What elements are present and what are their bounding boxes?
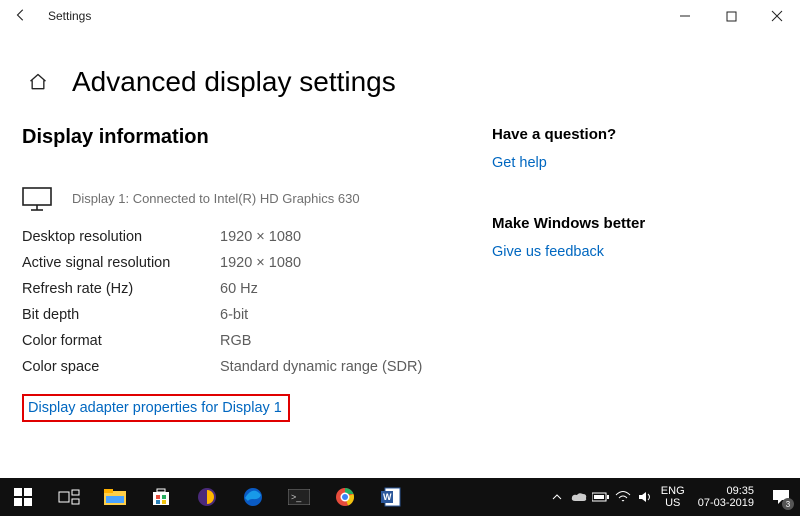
lang-secondary: US [656,497,690,509]
prop-val: RGB [220,328,422,354]
title-bar: Settings [0,0,800,32]
chrome-icon[interactable] [322,478,368,516]
monitor-icon [22,187,52,211]
prop-val: Standard dynamic range (SDR) [220,354,422,380]
volume-icon[interactable] [634,478,656,516]
back-button[interactable] [14,8,28,25]
date: 07-03-2019 [698,497,754,509]
prop-key: Desktop resolution [22,224,220,250]
table-row: Bit depth6-bit [22,302,422,328]
prop-key: Bit depth [22,302,220,328]
word-icon[interactable]: W [368,478,414,516]
language-indicator[interactable]: ENG US [656,485,690,509]
display-info-heading: Display information [22,126,492,149]
system-tray: ENG US 09:35 07-03-2019 3 [546,478,800,516]
prop-val: 1920 × 1080 [220,250,422,276]
microsoft-store-icon[interactable] [138,478,184,516]
time: 09:35 [698,485,754,497]
start-button[interactable] [0,478,46,516]
cmd-icon[interactable]: >_ [276,478,322,516]
table-row: Desktop resolution1920 × 1080 [22,224,422,250]
get-help-link[interactable]: Get help [492,155,752,171]
feedback-heading: Make Windows better [492,215,752,232]
home-icon[interactable] [28,72,48,92]
prop-val: 1920 × 1080 [220,224,422,250]
prop-key: Refresh rate (Hz) [22,276,220,302]
feedback-link[interactable]: Give us feedback [492,244,752,260]
wifi-icon[interactable] [612,478,634,516]
question-heading: Have a question? [492,126,752,143]
table-row: Color formatRGB [22,328,422,354]
onedrive-icon[interactable] [568,478,590,516]
prop-key: Color space [22,354,220,380]
table-row: Refresh rate (Hz)60 Hz [22,276,422,302]
close-button[interactable] [754,0,800,32]
tray-chevron-icon[interactable] [546,478,568,516]
prop-key: Active signal resolution [22,250,220,276]
display-properties-table: Desktop resolution1920 × 1080 Active sig… [22,224,422,380]
display-caption: Display 1: Connected to Intel(R) HD Grap… [72,191,492,206]
edge-icon[interactable] [230,478,276,516]
prop-key: Color format [22,328,220,354]
window-title: Settings [48,9,91,23]
prop-val: 60 Hz [220,276,422,302]
minimize-button[interactable] [662,0,708,32]
notification-badge: 3 [782,498,794,510]
action-center-icon[interactable]: 3 [762,478,800,516]
prop-val: 6-bit [220,302,422,328]
page-title: Advanced display settings [72,66,396,98]
svg-text:>_: >_ [291,492,302,502]
task-view-icon[interactable] [46,478,92,516]
table-row: Color spaceStandard dynamic range (SDR) [22,354,422,380]
table-row: Active signal resolution1920 × 1080 [22,250,422,276]
firefox-icon[interactable] [184,478,230,516]
clock[interactable]: 09:35 07-03-2019 [690,485,762,509]
maximize-button[interactable] [708,0,754,32]
lang-primary: ENG [656,485,690,497]
taskbar: >_ W ENG US 09:35 07-03-2019 3 [0,478,800,516]
svg-text:W: W [383,492,392,502]
battery-icon[interactable] [590,478,612,516]
file-explorer-icon[interactable] [92,478,138,516]
page-header: Advanced display settings [0,32,800,98]
display-adapter-link[interactable]: Display adapter properties for Display 1 [22,394,290,422]
